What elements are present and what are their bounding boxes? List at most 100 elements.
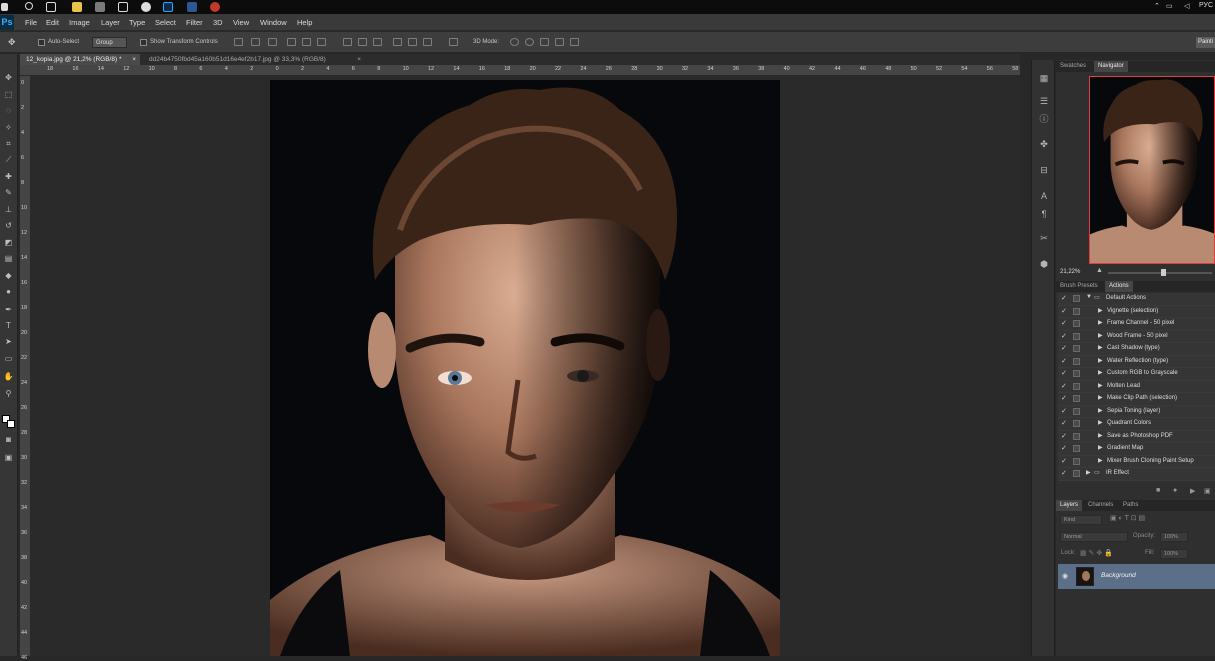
- gradient-tool-icon[interactable]: ▤: [3, 253, 14, 264]
- tab-layers[interactable]: Layers: [1056, 500, 1083, 511]
- recorder-icon[interactable]: [210, 2, 220, 12]
- history-brush-icon[interactable]: ↺: [3, 220, 14, 231]
- distribute-vcenter-icon[interactable]: [358, 38, 367, 46]
- tab-navigator[interactable]: Navigator: [1094, 61, 1128, 72]
- 3d-roll-icon[interactable]: [525, 38, 534, 46]
- align-top-icon[interactable]: [234, 38, 243, 46]
- action-row[interactable]: ✓ ▶ Cast Shadow (type): [1058, 343, 1215, 356]
- file-explorer-icon[interactable]: [72, 2, 82, 12]
- blur-tool-icon[interactable]: ◆: [3, 270, 14, 281]
- auto-align-icon[interactable]: [449, 38, 458, 46]
- zoom-slider-thumb[interactable]: [1161, 269, 1166, 276]
- pen-tool-icon[interactable]: ✒: [3, 304, 14, 315]
- yandex-browser-icon[interactable]: [141, 2, 151, 12]
- menu-type[interactable]: Type: [129, 18, 145, 27]
- action-set-row[interactable]: ✓ ▶ ▭ IR Effect: [1058, 468, 1215, 481]
- background-color-swatch[interactable]: [7, 420, 15, 428]
- character-icon[interactable]: A: [1038, 190, 1050, 202]
- new-action-icon[interactable]: ▣: [1204, 487, 1211, 495]
- brush-tool-icon[interactable]: ✎: [3, 187, 14, 198]
- screen-mode-icon[interactable]: ▣: [3, 452, 14, 463]
- tab-paths[interactable]: Paths: [1119, 500, 1142, 511]
- expand-right-icon[interactable]: ▶: [1086, 469, 1091, 476]
- photoshop-taskbar-icon[interactable]: [163, 2, 173, 12]
- expand-right-icon[interactable]: ▶: [1098, 444, 1103, 451]
- action-toggle-checkbox[interactable]: ✓: [1061, 419, 1067, 427]
- 3d-panel-icon[interactable]: ⬢: [1038, 258, 1050, 270]
- action-toggle-checkbox[interactable]: ✓: [1061, 307, 1067, 315]
- play-icon[interactable]: ▶: [1190, 487, 1195, 495]
- expand-right-icon[interactable]: ▶: [1098, 419, 1103, 426]
- dialog-toggle-icon[interactable]: [1073, 470, 1080, 477]
- action-row[interactable]: ✓ ▶ Make Clip Path (selection): [1058, 393, 1215, 406]
- dodge-tool-icon[interactable]: ●: [3, 286, 14, 297]
- network-icon[interactable]: ▭: [1166, 2, 1173, 10]
- expand-right-icon[interactable]: ▶: [1098, 382, 1103, 389]
- dialog-toggle-icon[interactable]: [1073, 445, 1080, 452]
- dialog-toggle-icon[interactable]: [1073, 457, 1080, 465]
- healing-brush-icon[interactable]: ✚: [3, 171, 14, 182]
- menu-layer[interactable]: Layer: [101, 18, 120, 27]
- language-indicator[interactable]: РУС: [1199, 2, 1213, 9]
- action-toggle-checkbox[interactable]: ✓: [1061, 469, 1067, 477]
- action-toggle-checkbox[interactable]: ✓: [1061, 382, 1067, 390]
- dialog-toggle-icon[interactable]: [1073, 307, 1080, 315]
- dialog-toggle-icon[interactable]: [1073, 357, 1080, 365]
- document-tab[interactable]: dd24b4750fbd45a160b51d16e4ef2b17.jpg @ 3…: [143, 54, 365, 65]
- action-row[interactable]: ✓ ▶ Vignette (selection): [1058, 305, 1215, 318]
- action-toggle-checkbox[interactable]: ✓: [1061, 319, 1067, 327]
- expand-right-icon[interactable]: ▶: [1098, 394, 1103, 401]
- menu-filter[interactable]: Filter: [186, 18, 203, 27]
- action-toggle-checkbox[interactable]: ✓: [1061, 294, 1067, 302]
- action-toggle-checkbox[interactable]: ✓: [1061, 457, 1067, 465]
- show-transform-checkbox[interactable]: [140, 39, 147, 46]
- document-canvas[interactable]: [270, 80, 780, 656]
- layer-filter-kind[interactable]: Kind: [1060, 515, 1102, 525]
- expand-right-icon[interactable]: ▶: [1098, 357, 1103, 364]
- 3d-drag-icon[interactable]: [540, 38, 549, 46]
- close-tab-icon[interactable]: ×: [357, 54, 361, 65]
- search-icon[interactable]: [25, 2, 33, 10]
- clone-source-icon[interactable]: ⊟: [1038, 164, 1050, 176]
- tab-channels[interactable]: Channels: [1084, 500, 1117, 511]
- expand-right-icon[interactable]: ▶: [1098, 319, 1103, 326]
- distribute-left-icon[interactable]: [393, 38, 402, 46]
- brush-panel-icon[interactable]: ✤: [1038, 138, 1050, 150]
- filter-pixel-icon[interactable]: ▣ ◐ T ⊡ ▤: [1110, 514, 1145, 522]
- menu-help[interactable]: Help: [297, 18, 312, 27]
- zoom-tool-icon[interactable]: ⚲: [3, 388, 14, 399]
- action-row[interactable]: ✓ ▶ Frame Channel - 50 pixel: [1058, 318, 1215, 331]
- expand-right-icon[interactable]: ▶: [1098, 457, 1103, 464]
- expand-right-icon[interactable]: ▶: [1098, 344, 1103, 351]
- align-hcenter-icon[interactable]: [302, 38, 311, 46]
- move-tool-icon[interactable]: ✥: [8, 37, 16, 48]
- lasso-tool-icon[interactable]: ◌: [3, 105, 14, 116]
- dialog-toggle-icon[interactable]: [1073, 295, 1080, 302]
- eyedropper-tool-icon[interactable]: ⟋: [3, 154, 14, 165]
- tab-actions[interactable]: Actions: [1105, 281, 1133, 292]
- action-row[interactable]: ✓ ▶ Wood Frame - 50 pixel: [1058, 330, 1215, 343]
- menu-window[interactable]: Window: [260, 18, 287, 27]
- shape-tool-icon[interactable]: ▭: [3, 353, 14, 364]
- 3d-rotate-icon[interactable]: [510, 38, 519, 46]
- align-bottom-icon[interactable]: [268, 38, 277, 46]
- distribute-bottom-icon[interactable]: [373, 38, 382, 46]
- expand-right-icon[interactable]: ▶: [1098, 432, 1103, 439]
- 3d-scale-icon[interactable]: [570, 38, 579, 46]
- windows-start-icon[interactable]: [1, 3, 8, 11]
- action-toggle-checkbox[interactable]: ✓: [1061, 444, 1067, 452]
- action-toggle-checkbox[interactable]: ✓: [1061, 357, 1067, 365]
- expand-right-icon[interactable]: ▶: [1098, 307, 1103, 314]
- visibility-eye-icon[interactable]: ◉: [1062, 572, 1068, 580]
- type-tool-icon[interactable]: T: [3, 320, 14, 331]
- action-row[interactable]: ✓ ▶ Gradient Map: [1058, 443, 1215, 456]
- 3d-slide-icon[interactable]: [555, 38, 564, 46]
- menu-view[interactable]: View: [233, 18, 249, 27]
- lock-icons[interactable]: ▦ ✎ ✥ 🔒: [1080, 549, 1113, 557]
- distribute-top-icon[interactable]: [343, 38, 352, 46]
- distribute-hcenter-icon[interactable]: [408, 38, 417, 46]
- dialog-toggle-icon[interactable]: [1073, 345, 1080, 352]
- stop-recording-icon[interactable]: ■: [1156, 487, 1160, 494]
- action-toggle-checkbox[interactable]: ✓: [1061, 332, 1067, 340]
- move-tool-icon[interactable]: ✥: [3, 72, 14, 83]
